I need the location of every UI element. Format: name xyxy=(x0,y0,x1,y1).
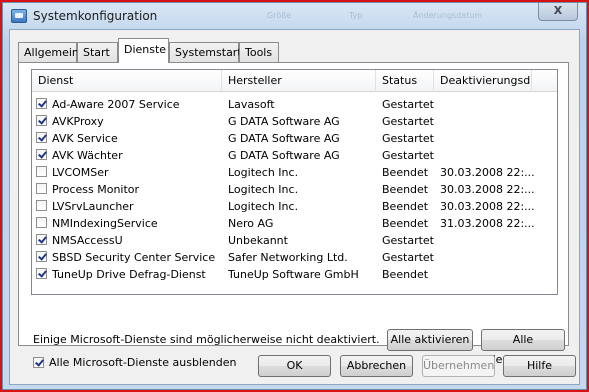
service-deactivation-date xyxy=(440,266,540,283)
service-checkbox[interactable] xyxy=(36,217,47,228)
service-name: TuneUp Drive Defrag-Dienst xyxy=(52,268,206,281)
service-deactivation-date xyxy=(440,147,540,164)
service-name: AVK Wächter xyxy=(52,149,123,162)
system-configuration-window: Systemkonfiguration Größe Typ Änderungsd… xyxy=(2,2,587,390)
tab-dienste[interactable]: Dienste xyxy=(118,38,169,63)
service-status: Gestartet xyxy=(382,98,434,111)
service-vendor: G DATA Software AG xyxy=(228,132,340,145)
hide-microsoft-services-checkbox[interactable] xyxy=(33,357,44,368)
service-row[interactable]: AVK Wächter G DATA Software AG Gestartet xyxy=(32,147,557,164)
service-row[interactable]: Process Monitor Logitech Inc. Beendet 30.03… xyxy=(32,181,557,198)
service-row[interactable]: SBSD Security Center Service Safer Networ… xyxy=(32,249,557,266)
service-name: LVSrvLauncher xyxy=(52,200,134,213)
service-row[interactable]: AVK Service G DATA Software AG Gestartet xyxy=(32,130,557,147)
service-name: AVK Service xyxy=(52,132,118,145)
column-header-deaktivierungsdatum[interactable]: Deaktivierungsd... xyxy=(434,70,532,92)
msconfig-icon xyxy=(11,9,27,23)
tab-allgemein[interactable]: Allgemein xyxy=(18,42,79,62)
column-header-filler xyxy=(532,70,557,92)
close-icon: X xyxy=(553,4,563,17)
services-panel: Dienst Hersteller Status Deaktivierungsd… xyxy=(18,62,569,369)
service-row[interactable]: NMSAccessU Unbekannt Gestartet xyxy=(32,232,557,249)
service-status: Gestartet xyxy=(382,234,434,247)
service-deactivation-date xyxy=(440,96,540,113)
column-header-dienst[interactable]: Dienst xyxy=(32,70,222,92)
service-vendor: Logitech Inc. xyxy=(228,183,299,196)
service-deactivation-date xyxy=(440,232,540,249)
tab-systemstart[interactable]: Systemstart xyxy=(169,42,242,62)
apply-button: Übernehmen xyxy=(422,355,495,377)
service-checkbox[interactable] xyxy=(36,200,47,211)
service-row[interactable]: LVCOMSer Logitech Inc. Beendet 30.03.2008 2… xyxy=(32,164,557,181)
service-checkbox[interactable] xyxy=(36,166,47,177)
service-checkbox[interactable] xyxy=(36,251,47,262)
enable-all-button[interactable]: Alle aktivieren xyxy=(387,329,473,351)
service-checkbox[interactable] xyxy=(36,234,47,245)
service-vendor: TuneUp Software GmbH xyxy=(228,268,359,281)
service-checkbox[interactable] xyxy=(36,183,47,194)
service-name: Ad-Aware 2007 Service xyxy=(52,98,180,111)
service-status: Gestartet xyxy=(382,149,434,162)
service-status: Beendet xyxy=(382,217,429,230)
service-row[interactable]: Ad-Aware 2007 Service Lavasoft Gestartet xyxy=(32,96,557,113)
hide-microsoft-services-label[interactable]: Alle Microsoft-Dienste ausblenden xyxy=(49,356,236,369)
service-vendor: Nero AG xyxy=(228,217,274,230)
service-name: LVCOMSer xyxy=(52,166,109,179)
service-name: NMSAccessU xyxy=(52,234,123,247)
service-row[interactable]: AVKProxy G DATA Software AG Gestartet xyxy=(32,113,557,130)
service-deactivation-date: 31.03.2008 22:... xyxy=(440,217,535,230)
tab-start[interactable]: Start xyxy=(77,42,118,62)
service-vendor: Lavasoft xyxy=(228,98,275,111)
service-vendor: Logitech Inc. xyxy=(228,166,299,179)
service-deactivation-date: 30.03.2008 22:... xyxy=(440,166,535,179)
service-checkbox[interactable] xyxy=(36,115,47,126)
service-name: Process Monitor xyxy=(52,183,140,196)
service-vendor: Unbekannt xyxy=(228,234,288,247)
help-button[interactable]: Hilfe xyxy=(503,355,576,377)
window-title: Systemkonfiguration xyxy=(33,9,158,23)
service-status: Beendet xyxy=(382,183,429,196)
title-bar[interactable]: Systemkonfiguration Größe Typ Änderungsd… xyxy=(3,3,586,29)
service-deactivation-date: 30.03.2008 22:... xyxy=(440,200,535,213)
ok-button[interactable]: OK xyxy=(258,355,331,377)
service-status: Beendet xyxy=(382,200,429,213)
service-row[interactable]: LVSrvLauncher Logitech Inc. Beendet 30.03.2… xyxy=(32,198,557,215)
service-status: Beendet xyxy=(382,268,429,281)
service-status: Beendet xyxy=(382,166,429,179)
column-header-status[interactable]: Status xyxy=(376,70,434,92)
column-header-hersteller[interactable]: Hersteller xyxy=(222,70,376,92)
service-vendor: G DATA Software AG xyxy=(228,149,340,162)
disable-all-button[interactable]: Alle deaktivieren xyxy=(481,329,565,366)
service-deactivation-date xyxy=(440,249,540,266)
service-name: AVKProxy xyxy=(52,115,104,128)
service-name: NMIndexingService xyxy=(52,217,158,230)
service-checkbox[interactable] xyxy=(36,268,47,279)
service-vendor: Logitech Inc. xyxy=(228,200,299,213)
service-status: Gestartet xyxy=(382,115,434,128)
tab-tools[interactable]: Tools xyxy=(239,42,279,62)
service-checkbox[interactable] xyxy=(36,98,47,109)
service-status: Gestartet xyxy=(382,251,434,264)
background-fragment: Änderungsdatum xyxy=(413,11,483,20)
service-vendor: G DATA Software AG xyxy=(228,115,340,128)
background-fragment: Größe xyxy=(267,11,292,20)
service-row[interactable]: TuneUp Drive Defrag-Dienst TuneUp Softwar… xyxy=(32,266,557,283)
close-button[interactable]: X xyxy=(538,3,578,21)
service-row[interactable]: NMIndexingService Nero AG Beendet 31.03.200… xyxy=(32,215,557,232)
service-name: SBSD Security Center Service xyxy=(52,251,216,264)
dialog-body: Allgemein Start Dienste Systemstart Tool… xyxy=(9,29,580,385)
service-deactivation-date xyxy=(440,113,540,130)
service-deactivation-date xyxy=(440,130,540,147)
service-vendor: Safer Networking Ltd. xyxy=(228,251,348,264)
service-status: Gestartet xyxy=(382,132,434,145)
microsoft-services-note: Einige Microsoft-Dienste sind möglicherw… xyxy=(33,333,380,346)
service-checkbox[interactable] xyxy=(36,132,47,143)
service-checkbox[interactable] xyxy=(36,149,47,160)
service-deactivation-date: 30.03.2008 22:... xyxy=(440,183,535,196)
cancel-button[interactable]: Abbrechen xyxy=(340,355,413,377)
services-list[interactable]: Dienst Hersteller Status Deaktivierungsd… xyxy=(31,69,558,295)
background-fragment: Typ xyxy=(349,11,363,20)
